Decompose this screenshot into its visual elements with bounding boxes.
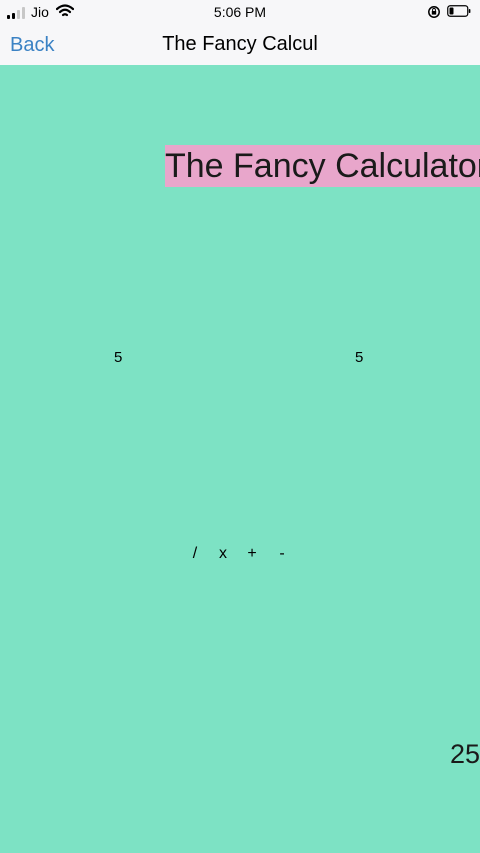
subtract-button[interactable]: -	[275, 545, 289, 563]
result-display: 25	[449, 739, 480, 769]
app-title: The Fancy Calculator	[165, 145, 480, 187]
divide-button[interactable]: /	[188, 545, 202, 563]
operand-2-field[interactable]: 5	[355, 349, 363, 366]
operand-1-field[interactable]: 5	[114, 349, 122, 366]
orientation-lock-icon	[428, 6, 440, 18]
multiply-button[interactable]: x	[216, 545, 230, 563]
status-time: 5:06 PM	[213, 4, 267, 20]
status-bar: Jio 5:06 PM	[0, 0, 480, 24]
navigation-bar: Back The Fancy Calcul	[0, 24, 480, 65]
calculator-screen: Jio 5:06 PM Back The Fancy Calcul The Fa…	[0, 0, 480, 853]
add-button[interactable]: +	[245, 545, 259, 563]
nav-title: The Fancy Calcul	[162, 33, 318, 55]
battery-icon	[447, 5, 471, 17]
